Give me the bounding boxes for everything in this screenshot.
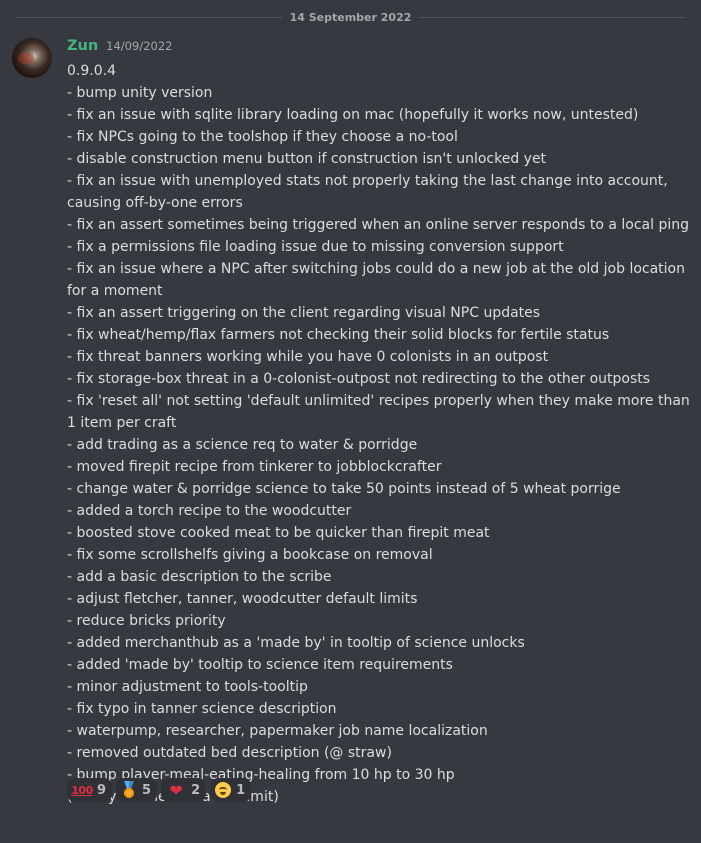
reaction-count: 1 (236, 782, 246, 798)
username[interactable]: Zun (67, 38, 98, 54)
date-divider-label: 14 September 2022 (289, 10, 412, 24)
message-line: - fix wheat/hemp/flax farmers not checki… (67, 327, 610, 343)
heart-icon: ❤ (169, 780, 183, 800)
reaction-button[interactable]: 100 9 (67, 778, 113, 802)
reactions-bar: 100 9 5 ❤ 2 1 (67, 778, 252, 802)
message-line: for a moment (67, 283, 163, 299)
message-timestamp[interactable]: 14/09/2022 (106, 39, 172, 53)
medal-icon (121, 781, 137, 799)
avatar-highlight (18, 52, 34, 64)
divider-line-left (16, 16, 282, 18)
message-line: - fix a permissions file loading issue d… (67, 239, 564, 255)
reaction-count: 5 (142, 782, 152, 798)
message-line: - fix threat banners working while you h… (67, 349, 549, 365)
message-line: - added merchanthub as a 'made by' in to… (67, 635, 525, 651)
message-line: 1 item per craft (67, 415, 177, 431)
message-line: - fix NPCs going to the toolshop if they… (67, 129, 458, 145)
message-line: - fix an assert triggering on the client… (67, 305, 541, 321)
reaction-count: 2 (191, 782, 201, 798)
message-line: - boosted stove cooked meat to be quicke… (67, 525, 490, 541)
message-line: - fix typo in tanner science description (67, 701, 337, 717)
message-line: - adjust fletcher, tanner, woodcutter de… (67, 591, 418, 607)
message-line: - removed outdated bed description (@ st… (67, 745, 392, 761)
message-line: - fix some scrollshelfs giving a bookcas… (67, 547, 433, 563)
message-body: 0.9.0.4 - bump unity version - fix an issu… (67, 60, 693, 808)
message-line: - added a torch recipe to the woodcutter (67, 503, 352, 519)
message-line: - fix storage-box threat in a 0-colonist… (67, 371, 651, 387)
divider-line-right (419, 16, 685, 18)
message-line: - waterpump, researcher, papermaker job … (67, 723, 488, 739)
date-divider: 14 September 2022 (16, 8, 685, 26)
message-content: Zun 14/09/2022 0.9.0.4 - bump unity versi… (67, 32, 693, 808)
reaction-count: 9 (97, 782, 107, 798)
message-line: - reduce bricks priority (67, 613, 226, 629)
message-header: Zun 14/09/2022 (67, 38, 693, 60)
reaction-button[interactable]: 1 (210, 778, 252, 802)
message-line: - moved firepit recipe from tinkerer to … (67, 459, 442, 475)
grimacing-face-icon (215, 782, 232, 798)
message-line: - added 'made by' tooltip to science ite… (67, 657, 453, 673)
message-line: - minor adjustment to tools-tooltip (67, 679, 308, 695)
message-line: - fix an issue with sqlite library loadi… (67, 107, 639, 123)
message-line: - change water & porridge science to tak… (67, 481, 621, 497)
message-line: - disable construction menu button if co… (67, 151, 547, 167)
message-line: causing off-by-one errors (67, 195, 243, 211)
message-line: - fix an assert sometimes being triggere… (67, 217, 689, 233)
message-line: - fix 'reset all' not setting 'default u… (67, 393, 690, 409)
reaction-button[interactable]: ❤ 2 (161, 778, 207, 802)
message-line: - add trading as a science req to water … (67, 437, 418, 453)
message-line: - bump unity version (67, 85, 213, 101)
message-line: 0.9.0.4 (67, 63, 116, 79)
message-line: - fix an issue where a NPC after switchi… (67, 261, 685, 277)
message-line: - add a basic description to the scribe (67, 569, 332, 585)
reaction-button[interactable]: 5 (116, 778, 158, 802)
message-line: - fix an issue with unemployed stats not… (67, 173, 668, 189)
avatar[interactable] (12, 38, 52, 78)
hundred-points-icon: 100 (71, 783, 93, 797)
